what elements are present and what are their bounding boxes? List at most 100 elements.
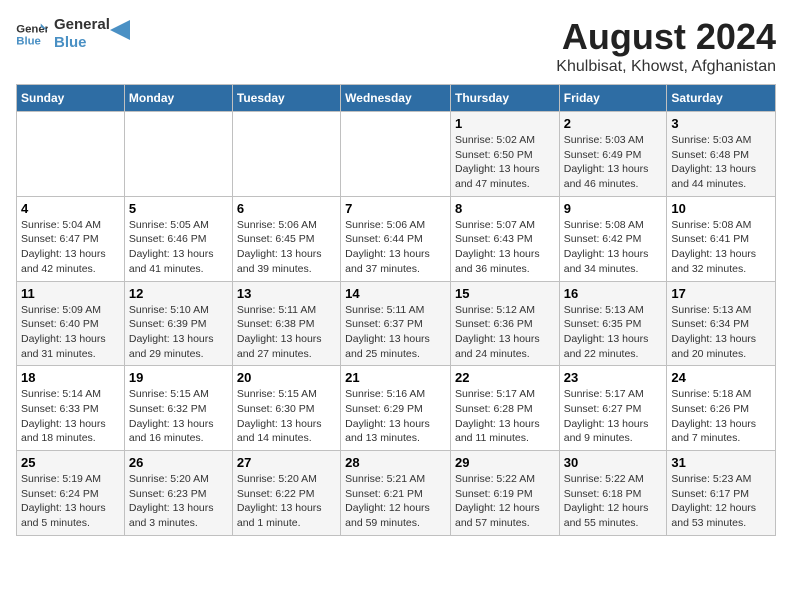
weekday-header-row: SundayMondayTuesdayWednesdayThursdayFrid…	[17, 85, 776, 112]
day-info: Sunrise: 5:22 AM Sunset: 6:19 PM Dayligh…	[455, 472, 555, 531]
svg-text:General: General	[16, 23, 48, 35]
calendar-cell: 17Sunrise: 5:13 AM Sunset: 6:34 PM Dayli…	[667, 281, 776, 366]
calendar-cell: 7 Sunrise: 5:06 AM Sunset: 6:44 PM Daylig…	[341, 196, 451, 281]
weekday-header-wednesday: Wednesday	[341, 85, 451, 112]
day-number: 2	[564, 116, 663, 131]
calendar-table: SundayMondayTuesdayWednesdayThursdayFrid…	[16, 84, 776, 536]
day-number: 10	[671, 201, 771, 216]
day-number: 9	[564, 201, 663, 216]
calendar-cell: 9 Sunrise: 5:08 AM Sunset: 6:42 PM Daylig…	[559, 196, 667, 281]
calendar-cell: 13 Sunrise: 5:11 AM Sunset: 6:38 PM Dayli…	[232, 281, 340, 366]
calendar-cell: 2 Sunrise: 5:03 AM Sunset: 6:49 PM Daylig…	[559, 112, 667, 197]
calendar-week-1: 1Sunrise: 5:02 AM Sunset: 6:50 PM Daylig…	[17, 112, 776, 197]
day-info: Sunrise: 5:22 AM Sunset: 6:18 PM Dayligh…	[564, 472, 663, 531]
calendar-cell: 8 Sunrise: 5:07 AM Sunset: 6:43 PM Daylig…	[450, 196, 559, 281]
day-info: Sunrise: 5:17 AM Sunset: 6:28 PM Dayligh…	[455, 387, 555, 446]
day-number: 11	[21, 286, 120, 301]
day-info: Sunrise: 5:17 AM Sunset: 6:27 PM Dayligh…	[564, 387, 663, 446]
day-number: 6	[237, 201, 336, 216]
day-info: Sunrise: 5:09 AM Sunset: 6:40 PM Dayligh…	[21, 303, 120, 362]
weekday-header-monday: Monday	[124, 85, 232, 112]
weekday-header-friday: Friday	[559, 85, 667, 112]
calendar-cell: 10 Sunrise: 5:08 AM Sunset: 6:41 PM Dayli…	[667, 196, 776, 281]
day-number: 22	[455, 370, 555, 385]
day-info: Sunrise: 5:06 AM Sunset: 6:45 PM Dayligh…	[237, 218, 336, 277]
day-number: 4	[21, 201, 120, 216]
day-info: Sunrise: 5:19 AM Sunset: 6:24 PM Dayligh…	[21, 472, 120, 531]
day-number: 26	[129, 455, 228, 470]
day-info: Sunrise: 5:07 AM Sunset: 6:43 PM Dayligh…	[455, 218, 555, 277]
day-info: Sunrise: 5:03 AM Sunset: 6:48 PM Dayligh…	[671, 133, 771, 192]
day-number: 23	[564, 370, 663, 385]
logo: General Blue General Blue	[16, 16, 130, 52]
day-info: Sunrise: 5:20 AM Sunset: 6:23 PM Dayligh…	[129, 472, 228, 531]
calendar-cell: 24Sunrise: 5:18 AM Sunset: 6:26 PM Dayli…	[667, 366, 776, 451]
day-info: Sunrise: 5:11 AM Sunset: 6:37 PM Dayligh…	[345, 303, 446, 362]
calendar-cell: 6 Sunrise: 5:06 AM Sunset: 6:45 PM Daylig…	[232, 196, 340, 281]
day-number: 25	[21, 455, 120, 470]
day-number: 18	[21, 370, 120, 385]
calendar-cell: 14 Sunrise: 5:11 AM Sunset: 6:37 PM Dayli…	[341, 281, 451, 366]
calendar-cell: 15Sunrise: 5:12 AM Sunset: 6:36 PM Dayli…	[450, 281, 559, 366]
calendar-cell: 19Sunrise: 5:15 AM Sunset: 6:32 PM Dayli…	[124, 366, 232, 451]
logo-blue: Blue	[54, 34, 110, 52]
subtitle: Khulbisat, Khowst, Afghanistan	[556, 58, 776, 76]
calendar-cell	[232, 112, 340, 197]
calendar-week-4: 18 Sunrise: 5:14 AM Sunset: 6:33 PM Dayli…	[17, 366, 776, 451]
day-info: Sunrise: 5:05 AM Sunset: 6:46 PM Dayligh…	[129, 218, 228, 277]
calendar-cell	[124, 112, 232, 197]
logo-arrow-icon	[110, 20, 130, 40]
day-number: 7	[345, 201, 446, 216]
calendar-cell: 4 Sunrise: 5:04 AM Sunset: 6:47 PM Daylig…	[17, 196, 125, 281]
calendar-cell: 21Sunrise: 5:16 AM Sunset: 6:29 PM Dayli…	[341, 366, 451, 451]
day-info: Sunrise: 5:04 AM Sunset: 6:47 PM Dayligh…	[21, 218, 120, 277]
day-info: Sunrise: 5:08 AM Sunset: 6:42 PM Dayligh…	[564, 218, 663, 277]
day-info: Sunrise: 5:23 AM Sunset: 6:17 PM Dayligh…	[671, 472, 771, 531]
day-number: 28	[345, 455, 446, 470]
calendar-cell: 29 Sunrise: 5:22 AM Sunset: 6:19 PM Dayli…	[450, 451, 559, 536]
day-number: 3	[671, 116, 771, 131]
calendar-cell: 30 Sunrise: 5:22 AM Sunset: 6:18 PM Dayli…	[559, 451, 667, 536]
logo-general: General	[54, 16, 110, 34]
page-header: General Blue General Blue August 2024 Kh…	[16, 16, 776, 76]
day-info: Sunrise: 5:03 AM Sunset: 6:49 PM Dayligh…	[564, 133, 663, 192]
day-number: 15	[455, 286, 555, 301]
calendar-cell: 20Sunrise: 5:15 AM Sunset: 6:30 PM Dayli…	[232, 366, 340, 451]
day-info: Sunrise: 5:15 AM Sunset: 6:32 PM Dayligh…	[129, 387, 228, 446]
day-number: 12	[129, 286, 228, 301]
logo-icon: General Blue	[16, 20, 48, 48]
day-info: Sunrise: 5:13 AM Sunset: 6:34 PM Dayligh…	[671, 303, 771, 362]
day-number: 8	[455, 201, 555, 216]
title-block: August 2024 Khulbisat, Khowst, Afghanist…	[556, 16, 776, 76]
day-info: Sunrise: 5:08 AM Sunset: 6:41 PM Dayligh…	[671, 218, 771, 277]
day-info: Sunrise: 5:18 AM Sunset: 6:26 PM Dayligh…	[671, 387, 771, 446]
calendar-cell	[341, 112, 451, 197]
calendar-cell: 16Sunrise: 5:13 AM Sunset: 6:35 PM Dayli…	[559, 281, 667, 366]
calendar-cell: 23 Sunrise: 5:17 AM Sunset: 6:27 PM Dayli…	[559, 366, 667, 451]
calendar-cell: 3 Sunrise: 5:03 AM Sunset: 6:48 PM Daylig…	[667, 112, 776, 197]
calendar-cell: 12 Sunrise: 5:10 AM Sunset: 6:39 PM Dayli…	[124, 281, 232, 366]
day-number: 21	[345, 370, 446, 385]
day-number: 30	[564, 455, 663, 470]
calendar-cell: 28Sunrise: 5:21 AM Sunset: 6:21 PM Dayli…	[341, 451, 451, 536]
weekday-header-thursday: Thursday	[450, 85, 559, 112]
calendar-cell	[17, 112, 125, 197]
svg-text:Blue: Blue	[16, 36, 41, 48]
calendar-week-5: 25 Sunrise: 5:19 AM Sunset: 6:24 PM Dayli…	[17, 451, 776, 536]
day-number: 14	[345, 286, 446, 301]
calendar-cell: 1Sunrise: 5:02 AM Sunset: 6:50 PM Daylig…	[450, 112, 559, 197]
day-info: Sunrise: 5:14 AM Sunset: 6:33 PM Dayligh…	[21, 387, 120, 446]
day-number: 20	[237, 370, 336, 385]
day-number: 1	[455, 116, 555, 131]
day-number: 29	[455, 455, 555, 470]
calendar-cell: 26 Sunrise: 5:20 AM Sunset: 6:23 PM Dayli…	[124, 451, 232, 536]
calendar-cell: 18 Sunrise: 5:14 AM Sunset: 6:33 PM Dayli…	[17, 366, 125, 451]
weekday-header-saturday: Saturday	[667, 85, 776, 112]
day-info: Sunrise: 5:10 AM Sunset: 6:39 PM Dayligh…	[129, 303, 228, 362]
day-info: Sunrise: 5:20 AM Sunset: 6:22 PM Dayligh…	[237, 472, 336, 531]
day-number: 13	[237, 286, 336, 301]
day-info: Sunrise: 5:06 AM Sunset: 6:44 PM Dayligh…	[345, 218, 446, 277]
day-number: 16	[564, 286, 663, 301]
calendar-cell: 27Sunrise: 5:20 AM Sunset: 6:22 PM Dayli…	[232, 451, 340, 536]
day-info: Sunrise: 5:11 AM Sunset: 6:38 PM Dayligh…	[237, 303, 336, 362]
